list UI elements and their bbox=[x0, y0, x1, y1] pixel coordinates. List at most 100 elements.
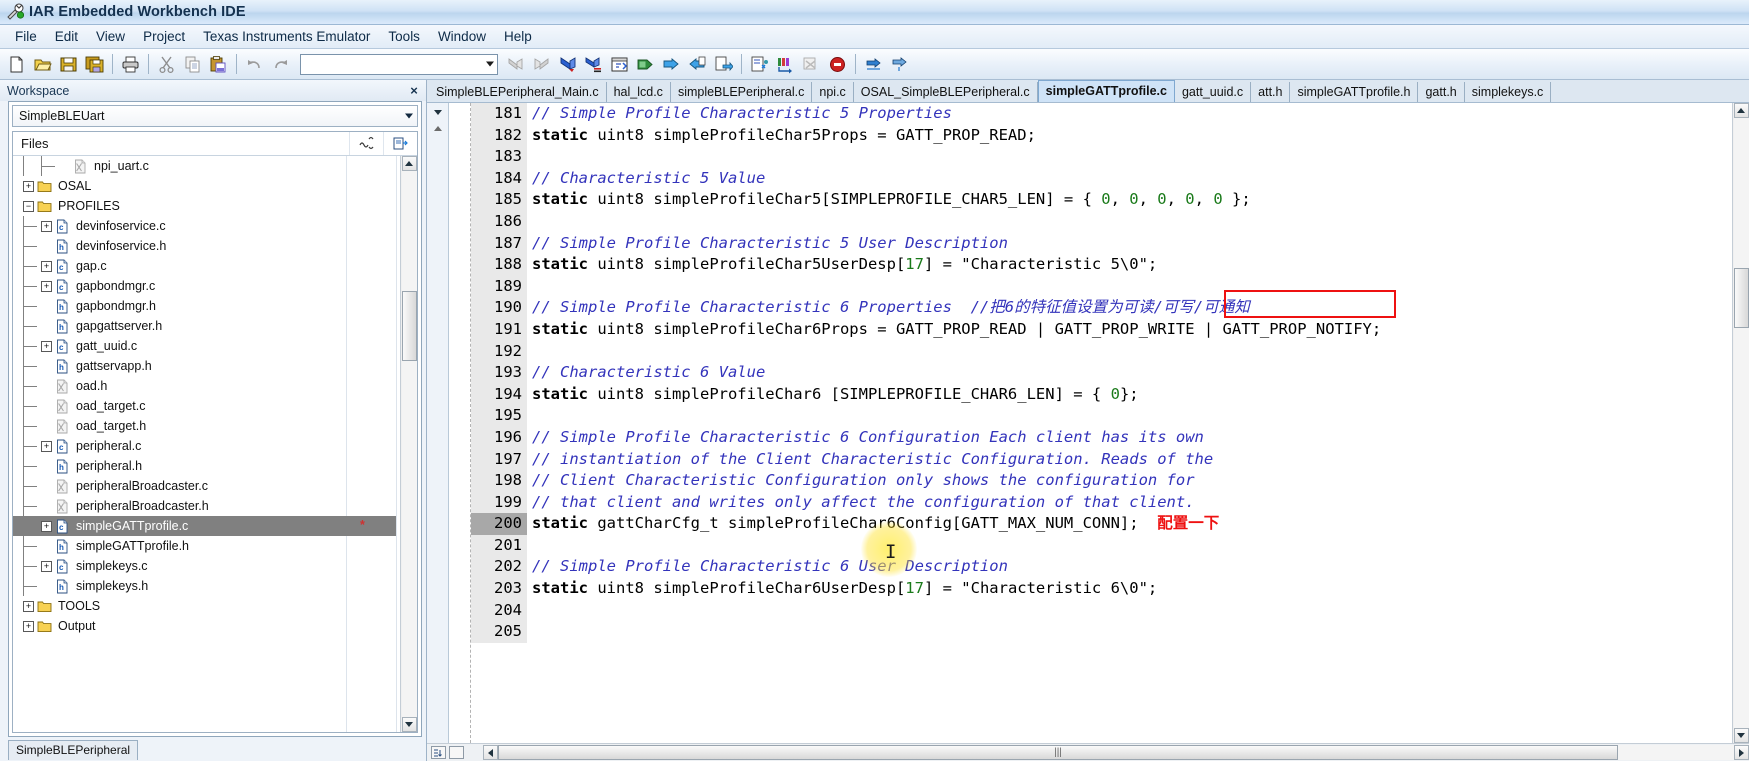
stop-debugging-icon[interactable] bbox=[825, 52, 850, 77]
tree-item[interactable]: + c gap.c bbox=[13, 256, 400, 276]
code-line[interactable]: 196 // Simple Profile Characteristic 6 Co… bbox=[471, 426, 1732, 449]
code-line[interactable]: 201 bbox=[471, 534, 1732, 557]
build-status-column-icon[interactable] bbox=[349, 132, 383, 155]
menu-window[interactable]: Window bbox=[429, 27, 495, 46]
workspace-project-tab[interactable]: SimpleBLEPeripheral bbox=[8, 740, 139, 760]
menu-texas-instruments-emulator[interactable]: Texas Instruments Emulator bbox=[194, 27, 379, 46]
code-line[interactable]: 185 static uint8 simpleProfileChar5[SIMPL… bbox=[471, 189, 1732, 211]
tree-item[interactable]: + c gapbondmgr.c bbox=[13, 276, 400, 296]
tree-item[interactable]: − PROFILES bbox=[13, 196, 400, 216]
tree-item[interactable]: + Output bbox=[13, 616, 400, 636]
editor-horizontal-scrollbar-row[interactable]: ||| bbox=[427, 743, 1749, 761]
step-over-icon[interactable] bbox=[861, 52, 886, 77]
editor-tab-strip[interactable]: SimpleBLEPeripheral_Main.c hal_lcd.c simpl… bbox=[427, 80, 1749, 102]
files-tree[interactable]: npi_uart.c + OSAL − PROFILES + c devinfoservice… bbox=[13, 156, 400, 732]
tab-scroll-up-icon[interactable] bbox=[430, 121, 446, 135]
undo-icon[interactable] bbox=[242, 52, 267, 77]
chevron-down-icon[interactable] bbox=[486, 61, 494, 67]
editor-vertical-scrollbar[interactable] bbox=[1732, 103, 1749, 743]
code-line[interactable]: 188 static uint8 simpleProfileChar5UserDe… bbox=[471, 254, 1732, 276]
code-line[interactable]: 184 // Characteristic 5 Value bbox=[471, 167, 1732, 190]
expand-plus-icon[interactable]: + bbox=[41, 280, 52, 292]
tree-item[interactable]: h simpleGATTprofile.h bbox=[13, 536, 400, 556]
editor-tab-simplegattprofile-h[interactable]: simpleGATTprofile.h bbox=[1290, 82, 1419, 102]
tree-item[interactable]: peripheralBroadcaster.c bbox=[13, 476, 400, 496]
open-folder-icon[interactable] bbox=[30, 52, 55, 77]
expand-plus-icon[interactable]: + bbox=[23, 180, 34, 192]
editor-tab-att-h[interactable]: att.h bbox=[1251, 82, 1291, 102]
editor-tab-gatt-uuid-c[interactable]: gatt_uuid.c bbox=[1175, 82, 1252, 102]
tree-item[interactable]: h devinfoservice.h bbox=[13, 236, 400, 256]
editor-tab-osal-simplebleperipheral-c[interactable]: OSAL_SimpleBLEPeripheral.c bbox=[854, 82, 1038, 102]
copy-icon[interactable] bbox=[180, 52, 205, 77]
menu-view[interactable]: View bbox=[87, 27, 134, 46]
tree-item[interactable]: + c gatt_uuid.c bbox=[13, 336, 400, 356]
code-line[interactable]: 182 static uint8 simpleProfileChar5Props … bbox=[471, 124, 1732, 147]
scroll-down-icon[interactable] bbox=[401, 717, 417, 732]
tree-item[interactable]: h peripheral.h bbox=[13, 456, 400, 476]
editor-hscroll-track[interactable]: ||| bbox=[498, 745, 1734, 760]
rebuild-all-icon[interactable] bbox=[685, 52, 710, 77]
expand-plus-icon[interactable]: + bbox=[41, 340, 52, 352]
tree-item[interactable]: h gattservapp.h bbox=[13, 356, 400, 376]
debug-without-download-icon[interactable] bbox=[747, 52, 772, 77]
code-line[interactable]: 193 // Characteristic 6 Value bbox=[471, 362, 1732, 384]
cut-icon[interactable] bbox=[154, 52, 179, 77]
tree-item[interactable]: oad.h bbox=[13, 376, 400, 396]
toggle-bookmark-icon[interactable] bbox=[607, 52, 632, 77]
tree-item[interactable]: h simplekeys.h bbox=[13, 576, 400, 596]
paste-icon[interactable] bbox=[206, 52, 231, 77]
code-line[interactable]: 200 static gattCharCfg_t simpleProfileCha… bbox=[471, 513, 1732, 535]
save-icon[interactable] bbox=[56, 52, 81, 77]
print-icon[interactable] bbox=[118, 52, 143, 77]
menu-help[interactable]: Help bbox=[495, 27, 541, 46]
editor-scroll-track[interactable] bbox=[1733, 118, 1749, 728]
code-editor[interactable]: 181 // Simple Profile Characteristic 5 Pr… bbox=[471, 103, 1732, 743]
tree-item[interactable]: oad_target.c bbox=[13, 396, 400, 416]
tree-item[interactable]: npi_uart.c bbox=[13, 156, 400, 176]
code-line[interactable]: 192 bbox=[471, 340, 1732, 363]
code-line[interactable]: 203 static uint8 simpleProfileChar6UserDe… bbox=[471, 578, 1732, 600]
expand-plus-icon[interactable]: + bbox=[41, 560, 52, 572]
tree-item[interactable]: oad_target.h bbox=[13, 416, 400, 436]
redo-icon[interactable] bbox=[268, 52, 293, 77]
quick-search-combo[interactable] bbox=[300, 53, 498, 75]
editor-tab-simplebleperipheral-main-c[interactable]: SimpleBLEPeripheral_Main.c bbox=[429, 82, 607, 102]
navigate-forward-icon[interactable] bbox=[529, 52, 554, 77]
code-line[interactable]: 204 bbox=[471, 599, 1732, 622]
find-in-files-icon[interactable] bbox=[581, 52, 606, 77]
tree-item[interactable]: + TOOLS bbox=[13, 596, 400, 616]
make-icon[interactable] bbox=[659, 52, 684, 77]
split-view-icon[interactable] bbox=[449, 746, 464, 759]
expand-plus-icon[interactable]: + bbox=[41, 260, 52, 272]
tree-item[interactable]: + c devinfoservice.c bbox=[13, 216, 400, 236]
files-scroll-track[interactable] bbox=[401, 171, 417, 717]
file-changed-column-icon[interactable] bbox=[383, 132, 417, 155]
scroll-up-icon[interactable] bbox=[401, 156, 417, 171]
stop-build-icon[interactable] bbox=[711, 52, 736, 77]
editor-tab-npi-c[interactable]: npi.c bbox=[812, 82, 854, 102]
code-line[interactable]: 198 // Client Characteristic Configuratio… bbox=[471, 470, 1732, 492]
code-line[interactable]: 194 static uint8 simpleProfileChar6 [SIMP… bbox=[471, 383, 1732, 406]
tab-list-dropdown-icon[interactable] bbox=[430, 105, 446, 119]
code-line[interactable]: 187 // Simple Profile Characteristic 5 Us… bbox=[471, 232, 1732, 255]
breakpoint-gutter[interactable] bbox=[449, 103, 471, 743]
files-tree-vertical-scrollbar[interactable] bbox=[400, 156, 417, 732]
expand-plus-icon[interactable]: + bbox=[23, 620, 34, 632]
code-line[interactable]: 195 bbox=[471, 405, 1732, 427]
collapse-minus-icon[interactable]: − bbox=[23, 200, 34, 212]
break-icon[interactable] bbox=[799, 52, 824, 77]
expand-plus-icon[interactable]: + bbox=[41, 520, 52, 532]
code-line[interactable]: 186 bbox=[471, 210, 1732, 233]
editor-tab-simplekeys-c[interactable]: simplekeys.c bbox=[1465, 82, 1552, 102]
menu-file[interactable]: File bbox=[6, 27, 46, 46]
code-line[interactable]: 189 bbox=[471, 275, 1732, 298]
tree-item[interactable]: + OSAL bbox=[13, 176, 400, 196]
menu-tools[interactable]: Tools bbox=[379, 27, 429, 46]
go-to-line-icon[interactable] bbox=[431, 746, 446, 759]
tree-item[interactable]: h gapgattserver.h bbox=[13, 316, 400, 336]
go-to-definition-icon[interactable] bbox=[555, 52, 580, 77]
scroll-left-icon[interactable] bbox=[483, 745, 498, 760]
new-document-icon[interactable] bbox=[4, 52, 29, 77]
tree-item-selected[interactable]: + c simpleGATTprofile.c * bbox=[13, 516, 400, 536]
